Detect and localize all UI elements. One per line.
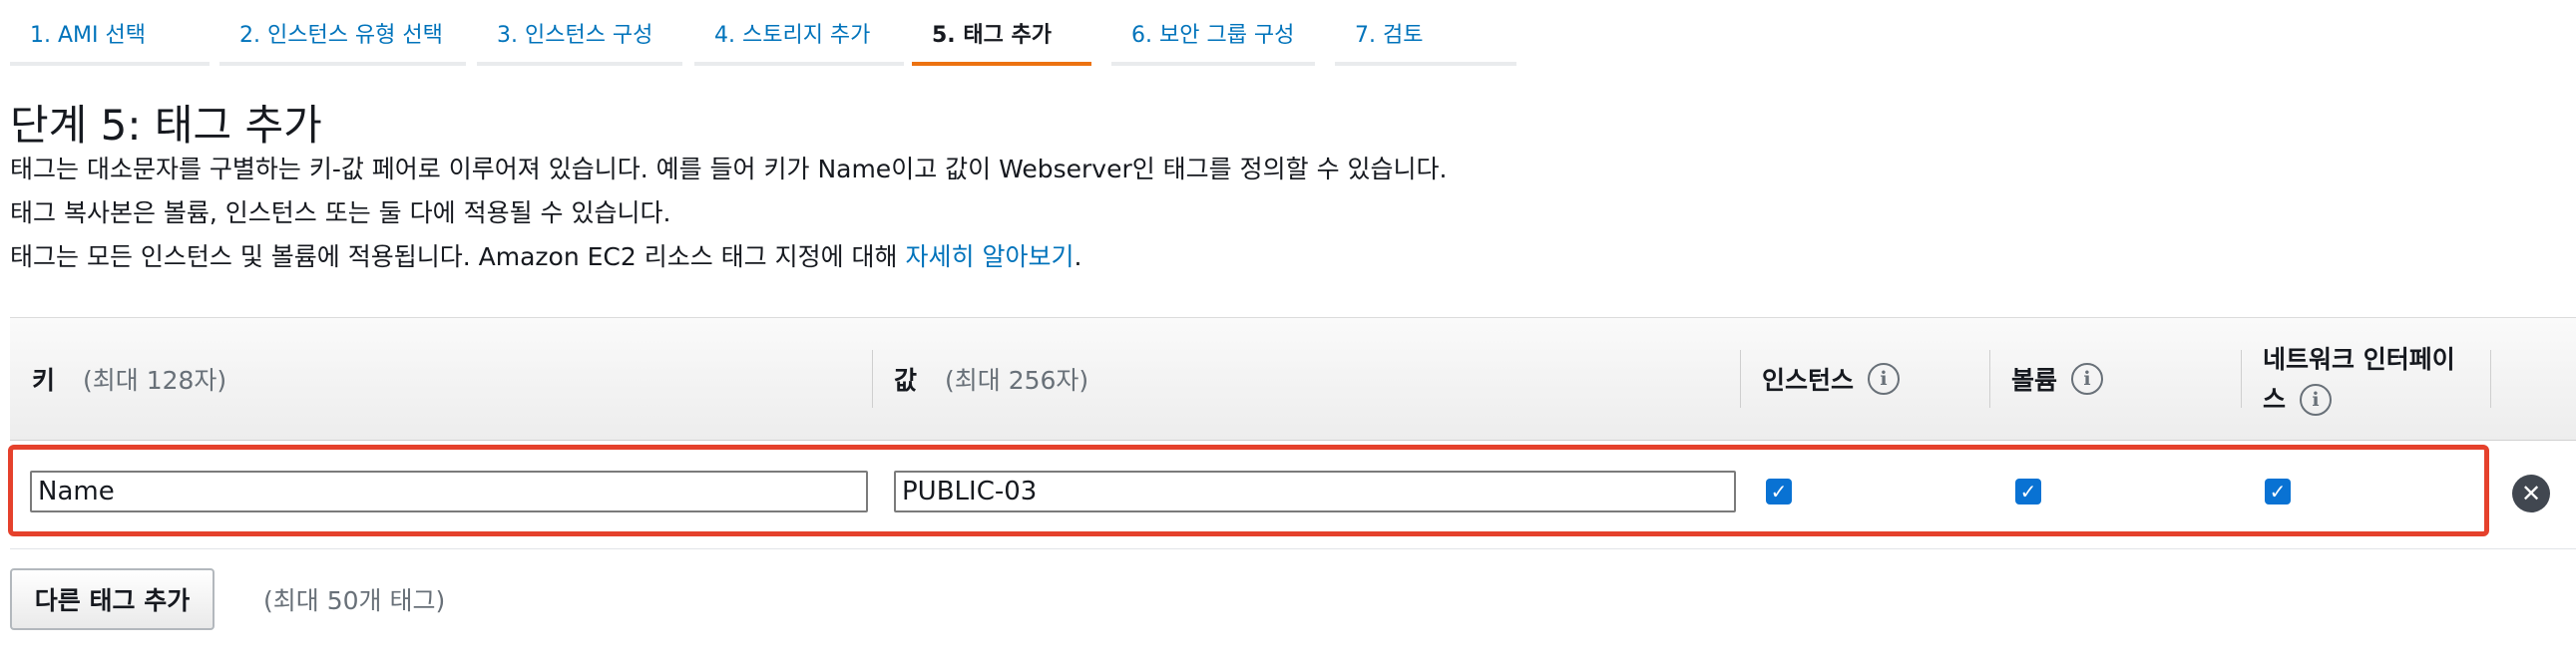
column-network-label-line2-wrap: 스 i [2263,380,2492,420]
add-another-tag-button[interactable]: 다른 태그 추가 [10,568,215,630]
column-volumes-label: 볼륨 [2011,366,2058,395]
tab-step-7[interactable]: 7. 검토 [1335,0,1516,66]
tab-step-3[interactable]: 3. 인스턴스 구성 [477,0,682,66]
column-header-key: 키 (최대 128자) [32,318,226,440]
column-header-network-interfaces: 네트워크 인터페이 스 i [2263,318,2492,440]
remove-tag-button[interactable]: ✕ [2512,475,2550,512]
wizard-steps: 1. AMI 선택 2. 인스턴스 유형 선택 3. 인스턴스 구성 4. 스토… [0,0,1556,72]
tab-step-2[interactable]: 2. 인스턴스 유형 선택 [219,0,466,66]
column-instances-label: 인스턴스 [1762,366,1855,395]
column-divider [872,350,873,408]
column-divider [1989,350,1990,408]
info-icon[interactable]: i [2300,384,2333,416]
tag-table-header: 키 (최대 128자) 값 (최대 256자) 인스턴스 i 볼륨 i 네트워크… [10,317,2576,441]
description-line-1: 태그는 대소문자를 구별하는 키-값 페어로 이루어져 있습니다. 예를 들어 … [10,155,1448,183]
column-value-label: 값 [894,366,918,395]
instances-checkbox[interactable]: ✓ [1766,479,1792,504]
column-value-hint: (최대 256자) [945,366,1089,395]
tab-step-6[interactable]: 6. 보안 그룹 구성 [1111,0,1315,66]
column-divider [1740,350,1741,408]
tab-step-5[interactable]: 5. 태그 추가 [912,0,1091,66]
remove-icon: ✕ [2520,480,2542,507]
column-divider [2241,350,2242,408]
tag-value-input[interactable] [894,471,1736,512]
column-key-hint: (최대 128자) [83,366,227,395]
description-line-2: 태그 복사본은 볼륨, 인스턴스 또는 둘 다에 적용될 수 있습니다. [10,198,671,227]
column-network-label-line1: 네트워크 인터페이 [2263,345,2455,374]
tab-step-1[interactable]: 1. AMI 선택 [10,0,210,66]
tag-key-input[interactable] [30,471,868,512]
network-interfaces-checkbox[interactable]: ✓ [2265,479,2291,504]
description-line-3-text: 태그는 모든 인스턴스 및 볼륨에 적용됩니다. Amazon EC2 리소스 … [10,242,898,271]
column-network-label-line2: 스 [2263,385,2287,414]
column-divider [2490,350,2491,408]
description-line-3-end: . [1073,242,1082,271]
learn-more-link[interactable]: 자세히 알아보기 [906,242,1074,271]
column-header-volumes: 볼륨 i [2011,318,2104,440]
description-line-3: 태그는 모든 인스턴스 및 볼륨에 적용됩니다. Amazon EC2 리소스 … [10,237,1081,273]
row-divider [10,548,2576,549]
check-icon: ✓ [1770,480,1788,504]
column-header-value: 값 (최대 256자) [894,318,1088,440]
volumes-checkbox[interactable]: ✓ [2015,479,2041,504]
tab-step-4[interactable]: 4. 스토리지 추가 [694,0,904,66]
column-header-instances: 인스턴스 i [1762,318,1901,440]
check-icon: ✓ [2269,480,2287,504]
info-icon[interactable]: i [1868,363,1901,395]
tag-limit-hint: (최대 50개 태그) [263,586,446,615]
column-key-label: 키 [32,366,56,395]
info-icon[interactable]: i [2071,363,2104,395]
check-icon: ✓ [2019,480,2037,504]
page-title: 단계 5: 태그 추가 [10,101,322,150]
